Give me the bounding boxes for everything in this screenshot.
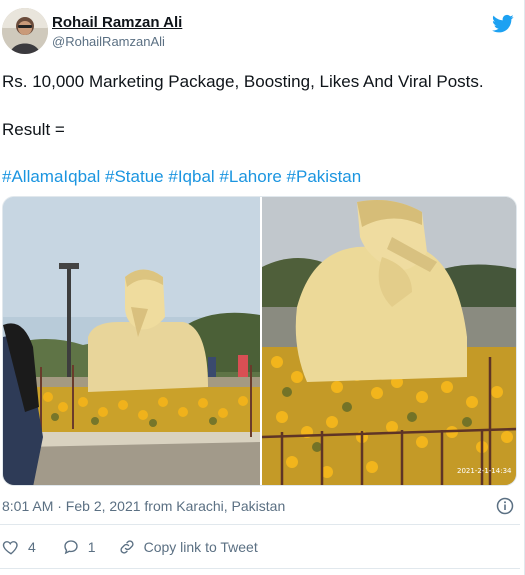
photo-watermark: 2021-2-1-14:34: [457, 467, 512, 475]
hashtag-list: #AllamaIqbal #Statue #Iqbal #Lahore #Pak…: [2, 167, 361, 187]
statue-photo-1[interactable]: [3, 197, 260, 485]
tweet-text-line-1: Rs. 10,000 Marketing Package, Boosting, …: [2, 72, 484, 91]
statue-photo-1-image: [3, 197, 260, 485]
tweet-timestamp[interactable]: 8:01 AM · Feb 2, 2021 from Karachi, Paki…: [2, 498, 285, 514]
statue-photo-2-image: 2021-2-1-14:34: [261, 197, 516, 485]
link-icon: [120, 540, 134, 554]
hashtag-statue[interactable]: #Statue: [105, 167, 164, 186]
tweet-actions: 4 1 Copy link to Tweet: [2, 536, 274, 558]
statue-photo-2[interactable]: 2021-2-1-14:34: [261, 197, 516, 485]
like-count: 4: [28, 539, 36, 555]
copy-link-label: Copy link to Tweet: [143, 539, 258, 555]
user-name[interactable]: Rohail Ramzan Ali: [52, 14, 182, 31]
user-handle[interactable]: @RohailRamzanAli: [52, 34, 165, 49]
info-icon[interactable]: [496, 497, 514, 515]
hashtag-lahore[interactable]: #Lahore: [219, 167, 281, 186]
tweet-card: Rohail Ramzan Ali @RohailRamzanAli Rs. 1…: [0, 0, 525, 575]
reply-count: 1: [87, 539, 96, 555]
reply-icon: [64, 540, 78, 555]
hashtag-pakistan[interactable]: #Pakistan: [287, 167, 362, 186]
hashtag-iqbal[interactable]: #Iqbal: [168, 167, 214, 186]
bottom-divider: [0, 568, 520, 569]
heart-icon: [2, 541, 18, 555]
avatar-image: [2, 8, 48, 54]
hashtag-allamaiqbal[interactable]: #AllamaIqbal: [2, 167, 100, 186]
copy-link-button[interactable]: Copy link to Tweet: [118, 538, 258, 556]
like-button[interactable]: 4: [2, 538, 36, 556]
divider: [0, 524, 520, 525]
twitter-bird-icon[interactable]: [492, 14, 514, 34]
tweet-media: 2021-2-1-14:34: [2, 196, 517, 486]
avatar[interactable]: [2, 8, 48, 54]
reply-button[interactable]: 1: [62, 538, 96, 556]
tweet-text-line-2: Result =: [2, 120, 65, 139]
